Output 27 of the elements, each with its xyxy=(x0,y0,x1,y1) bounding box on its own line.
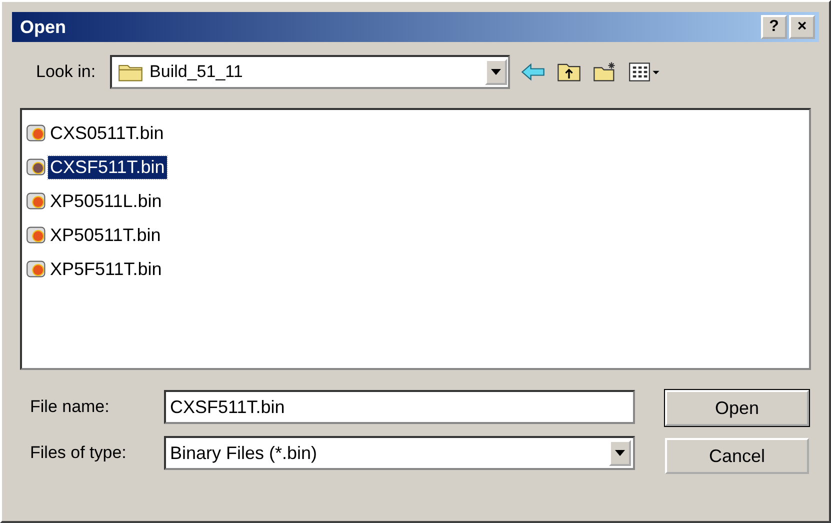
file-type-dropdown[interactable]: Binary Files (*.bin) xyxy=(164,436,635,470)
file-name-label: File name: xyxy=(30,397,110,417)
close-button[interactable]: × xyxy=(789,15,815,39)
file-item[interactable]: XP50511L.bin xyxy=(48,190,164,212)
help-button[interactable]: ? xyxy=(761,15,787,39)
file-item[interactable]: CXS0511T.bin xyxy=(48,122,166,144)
cancel-button[interactable]: Cancel xyxy=(665,438,809,474)
window-title: Open xyxy=(20,16,68,38)
look-in-label: Look in: xyxy=(36,62,96,82)
file-item[interactable]: XP50511T.bin xyxy=(48,224,163,246)
file-name-field[interactable]: CXSF511T.bin xyxy=(164,390,635,424)
open-button[interactable]: Open xyxy=(665,390,809,426)
view-menu-icon[interactable] xyxy=(628,61,662,83)
file-icon xyxy=(26,225,48,245)
new-folder-icon[interactable] xyxy=(592,61,618,83)
file-icon xyxy=(26,191,48,211)
file-icon xyxy=(26,123,48,143)
file-item[interactable]: CXSF511T.bin xyxy=(48,156,167,178)
file-item[interactable]: XP5F511T.bin xyxy=(48,258,164,280)
look-in-dropdown[interactable]: Build_51_11 xyxy=(110,55,510,89)
file-icon xyxy=(26,157,48,177)
file-icon xyxy=(26,259,48,279)
back-arrow-icon[interactable] xyxy=(520,61,546,83)
folder-icon xyxy=(118,62,144,82)
file-type-label: Files of type: xyxy=(30,443,128,463)
up-folder-icon[interactable] xyxy=(556,61,582,83)
look-in-value: Build_51_11 xyxy=(150,62,244,82)
